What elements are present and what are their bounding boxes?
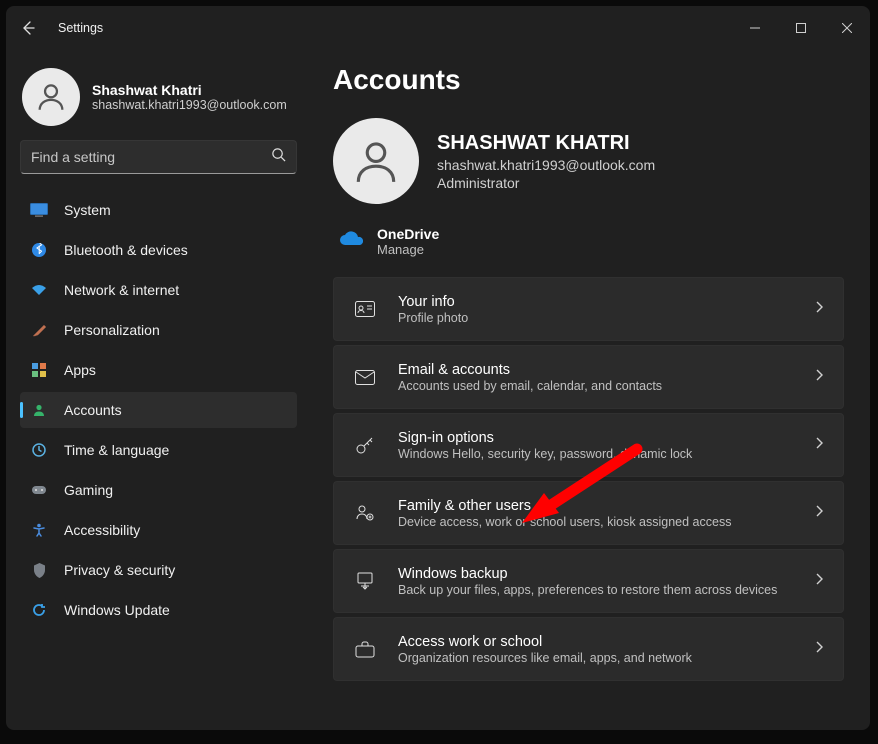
card-subtitle: Profile photo (398, 311, 468, 325)
bluetooth-icon (30, 241, 48, 259)
sidebar-item-label: Accounts (64, 402, 122, 418)
card-title: Email & accounts (398, 362, 662, 378)
sidebar-item-label: Network & internet (64, 282, 179, 298)
card-title: Your info (398, 294, 468, 310)
wifi-icon (30, 281, 48, 299)
sidebar: Shashwat Khatri shashwat.khatri1993@outl… (6, 50, 311, 730)
sidebar-item-label: Bluetooth & devices (64, 242, 188, 258)
avatar-icon (22, 68, 80, 126)
chevron-right-icon (815, 300, 823, 318)
card-subtitle: Windows Hello, security key, password, d… (398, 447, 692, 461)
sidebar-item-label: Time & language (64, 442, 169, 458)
main-content: Accounts SHASHWAT KHATRI shashwat.khatri… (311, 50, 870, 730)
onedrive-action: Manage (377, 242, 439, 257)
settings-cards: Your info Profile photo Email & accounts… (333, 277, 844, 681)
person-icon (30, 401, 48, 419)
profile-name: Shashwat Khatri (92, 82, 287, 98)
paintbrush-icon (30, 321, 48, 339)
search-input[interactable] (31, 149, 271, 165)
minimize-button[interactable] (732, 12, 778, 44)
gaming-icon (30, 481, 48, 499)
chevron-right-icon (815, 504, 823, 522)
card-email-accounts[interactable]: Email & accounts Accounts used by email,… (333, 345, 844, 409)
onedrive-icon (339, 231, 361, 253)
sidebar-item-personalization[interactable]: Personalization (20, 312, 297, 348)
nav: System Bluetooth & devices Network & int… (20, 192, 297, 628)
briefcase-icon (354, 638, 376, 660)
display-icon (30, 201, 48, 219)
sidebar-item-privacy[interactable]: Privacy & security (20, 552, 297, 588)
backup-icon (354, 570, 376, 592)
chevron-right-icon (815, 436, 823, 454)
sidebar-profile[interactable]: Shashwat Khatri shashwat.khatri1993@outl… (22, 68, 297, 126)
chevron-right-icon (815, 640, 823, 658)
sidebar-item-label: System (64, 202, 111, 218)
sidebar-item-label: Gaming (64, 482, 113, 498)
accessibility-icon (30, 521, 48, 539)
account-email: shashwat.khatri1993@outlook.com (437, 157, 655, 173)
titlebar: Settings (6, 6, 870, 50)
update-icon (30, 601, 48, 619)
window-title: Settings (58, 21, 103, 35)
chevron-right-icon (815, 572, 823, 590)
sidebar-item-label: Privacy & security (64, 562, 175, 578)
card-windows-backup[interactable]: Windows backup Back up your files, apps,… (333, 549, 844, 613)
card-your-info[interactable]: Your info Profile photo (333, 277, 844, 341)
page-title: Accounts (333, 64, 844, 96)
back-button[interactable] (20, 20, 36, 36)
onedrive-row[interactable]: OneDrive Manage (333, 220, 844, 271)
card-title: Windows backup (398, 566, 777, 582)
card-title: Family & other users (398, 498, 731, 514)
settings-window: Settings Shashwat Khatri shashwat.khatri… (6, 6, 870, 730)
sidebar-item-bluetooth[interactable]: Bluetooth & devices (20, 232, 297, 268)
card-subtitle: Organization resources like email, apps,… (398, 651, 692, 665)
sidebar-item-label: Windows Update (64, 602, 170, 618)
clock-icon (30, 441, 48, 459)
sidebar-item-label: Apps (64, 362, 96, 378)
account-header: SHASHWAT KHATRI shashwat.khatri1993@outl… (333, 118, 844, 204)
maximize-button[interactable] (778, 12, 824, 44)
avatar-icon (333, 118, 419, 204)
card-title: Sign-in options (398, 430, 692, 446)
card-signin-options[interactable]: Sign-in options Windows Hello, security … (333, 413, 844, 477)
sidebar-item-gaming[interactable]: Gaming (20, 472, 297, 508)
close-button[interactable] (824, 12, 870, 44)
card-title: Access work or school (398, 634, 692, 650)
profile-email: shashwat.khatri1993@outlook.com (92, 98, 287, 112)
card-subtitle: Device access, work or school users, kio… (398, 515, 731, 529)
mail-icon (354, 366, 376, 388)
account-role: Administrator (437, 175, 655, 191)
sidebar-item-update[interactable]: Windows Update (20, 592, 297, 628)
window-controls (732, 12, 870, 44)
sidebar-item-network[interactable]: Network & internet (20, 272, 297, 308)
sidebar-item-label: Personalization (64, 322, 160, 338)
onedrive-title: OneDrive (377, 226, 439, 242)
card-family-other-users[interactable]: Family & other users Device access, work… (333, 481, 844, 545)
sidebar-item-accounts[interactable]: Accounts (20, 392, 297, 428)
search-icon (271, 147, 286, 167)
search-box[interactable] (20, 140, 297, 174)
chevron-right-icon (815, 368, 823, 386)
apps-icon (30, 361, 48, 379)
key-icon (354, 434, 376, 456)
card-subtitle: Accounts used by email, calendar, and co… (398, 379, 662, 393)
shield-icon (30, 561, 48, 579)
id-card-icon (354, 298, 376, 320)
account-name: SHASHWAT KHATRI (437, 132, 655, 155)
sidebar-item-apps[interactable]: Apps (20, 352, 297, 388)
sidebar-item-label: Accessibility (64, 522, 140, 538)
card-subtitle: Back up your files, apps, preferences to… (398, 583, 777, 597)
sidebar-item-accessibility[interactable]: Accessibility (20, 512, 297, 548)
family-icon (354, 502, 376, 524)
sidebar-item-time[interactable]: Time & language (20, 432, 297, 468)
sidebar-item-system[interactable]: System (20, 192, 297, 228)
card-access-work-school[interactable]: Access work or school Organization resou… (333, 617, 844, 681)
